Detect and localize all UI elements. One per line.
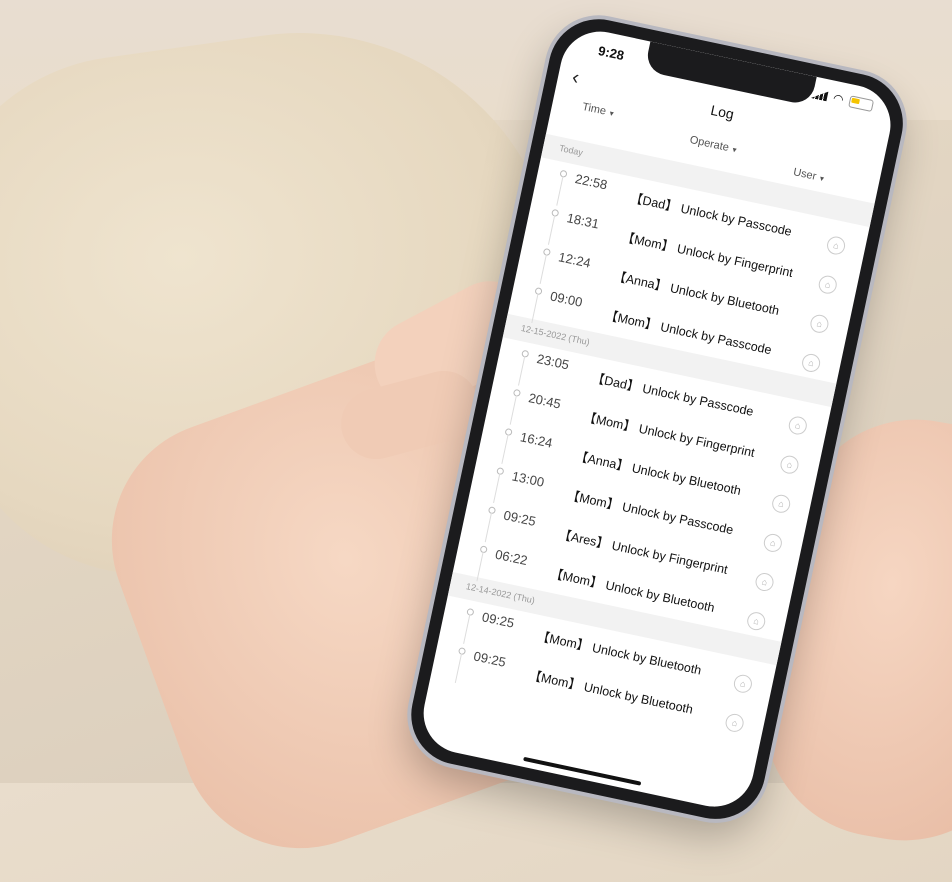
log-entry-time: 20:45 bbox=[527, 390, 563, 412]
unlock-icon: ⌂ bbox=[787, 414, 809, 437]
log-entry-time: 09:25 bbox=[502, 507, 538, 529]
timeline-dot bbox=[512, 388, 522, 398]
timeline-dot bbox=[551, 208, 560, 218]
timeline-dot bbox=[534, 287, 543, 296]
timeline-dot bbox=[487, 506, 497, 515]
timeline-dot bbox=[542, 247, 552, 257]
filter-time-label: Time bbox=[581, 100, 608, 118]
log-entry-time: 09:00 bbox=[548, 288, 584, 310]
unlock-icon: ⌂ bbox=[745, 610, 767, 632]
log-entry-time: 18:31 bbox=[565, 210, 601, 232]
battery-icon bbox=[848, 95, 875, 113]
timeline-line bbox=[454, 653, 463, 684]
caret-down-icon: ▾ bbox=[608, 108, 615, 119]
filter-operate-label: Operate bbox=[688, 133, 730, 154]
log-entry-time: 16:24 bbox=[518, 429, 554, 451]
timeline-dot bbox=[457, 646, 467, 656]
caret-down-icon: ▾ bbox=[731, 145, 738, 155]
log-entry-time: 06:22 bbox=[493, 546, 529, 569]
log-entry-time: 09:25 bbox=[472, 648, 508, 670]
log-entry-time: 22:58 bbox=[573, 171, 609, 193]
log-entry-time: 13:00 bbox=[510, 468, 546, 490]
caret-down-icon: ▾ bbox=[819, 173, 825, 184]
timeline-line bbox=[476, 551, 484, 582]
status-time: 9:28 bbox=[596, 43, 626, 64]
status-icons: ◠ bbox=[810, 87, 875, 113]
timeline-line bbox=[531, 293, 539, 324]
unlock-icon: ⌂ bbox=[817, 273, 839, 296]
filter-time[interactable]: Time ▾ bbox=[581, 101, 615, 119]
timeline-dot bbox=[479, 545, 488, 554]
filter-user-label: User bbox=[792, 166, 818, 183]
unlock-icon: ⌂ bbox=[762, 532, 784, 554]
filter-user[interactable]: User ▾ bbox=[792, 166, 825, 184]
log-entry-time: 12:24 bbox=[557, 249, 593, 271]
unlock-icon: ⌂ bbox=[732, 673, 754, 695]
log-entry-time: 09:25 bbox=[480, 609, 516, 631]
unlock-icon: ⌂ bbox=[808, 313, 831, 335]
unlock-icon: ⌂ bbox=[753, 571, 776, 593]
log-entry-time: 23:05 bbox=[535, 351, 571, 373]
timeline-dot bbox=[504, 427, 513, 437]
unlock-icon: ⌂ bbox=[825, 234, 847, 257]
home-indicator bbox=[523, 756, 642, 786]
filter-operate[interactable]: Operate ▾ bbox=[689, 134, 738, 156]
timeline-dot bbox=[559, 169, 568, 178]
unlock-icon: ⌂ bbox=[778, 453, 801, 476]
timeline-dot bbox=[521, 349, 530, 358]
timeline-dot bbox=[466, 607, 475, 617]
wifi-icon: ◠ bbox=[831, 90, 845, 107]
timeline-dot bbox=[496, 467, 505, 476]
unlock-icon: ⌂ bbox=[770, 493, 792, 515]
unlock-icon: ⌂ bbox=[723, 712, 746, 734]
unlock-icon: ⌂ bbox=[800, 352, 822, 374]
